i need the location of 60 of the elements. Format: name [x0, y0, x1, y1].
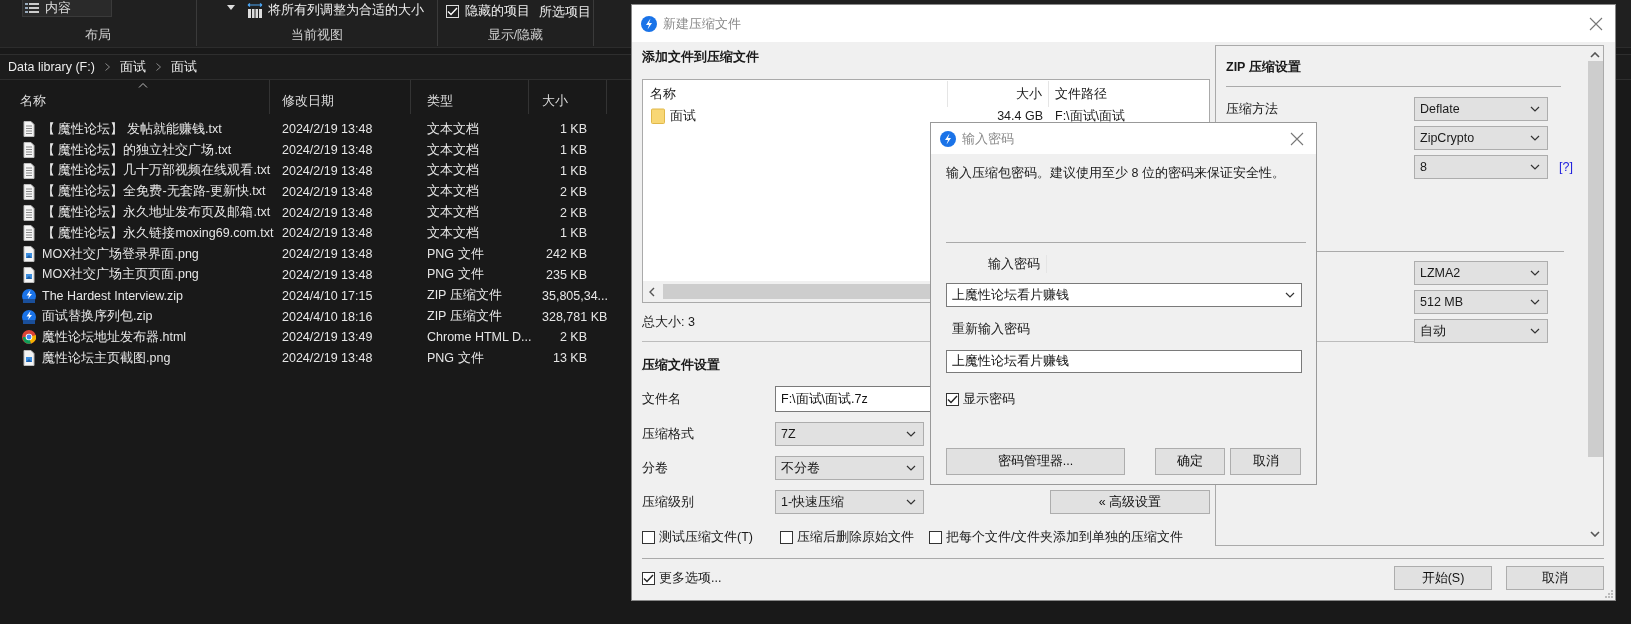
table-cell-text: 1 KB	[558, 226, 588, 241]
table-cell-text: 1 KB	[558, 122, 588, 137]
section-heading: 添加文件到压缩文件	[642, 49, 759, 66]
total-size: 总大小: 3	[642, 314, 695, 331]
table-cell-text: 2024/4/10 17:15	[281, 288, 374, 303]
field-label: 重新输入密码	[951, 321, 1031, 338]
field-label: 分卷	[642, 460, 669, 477]
table-cell-text: 2 KB	[558, 184, 588, 199]
table-cell-text: 13 KB	[551, 351, 588, 366]
table-cell-text: PNG 文件	[426, 245, 485, 263]
checkbox-label: 隐藏的项目	[465, 3, 530, 20]
table-cell-text: 2024/2/19 13:48	[281, 143, 374, 158]
table-cell-text: 2 KB	[558, 205, 588, 220]
table-cell-text: 文本文档	[426, 141, 480, 159]
section-heading: ZIP 压缩设置	[1226, 59, 1302, 76]
table-cell-text: PNG 文件	[426, 349, 485, 367]
section-heading: 压缩文件设置	[642, 357, 720, 374]
table-cell-text: 2024/2/19 13:48	[281, 267, 374, 282]
table-cell-text: 文本文档	[426, 224, 480, 242]
table-cell-text: 文本文档	[426, 183, 480, 201]
ribbon-group-label: 显示/隐藏	[486, 27, 545, 44]
table-cell-text: ZIP 压缩文件	[426, 287, 503, 305]
checkbox-label: 把每个文件/文件夹添加到单独的压缩文件	[945, 529, 1184, 546]
table-cell-text: 2024/2/19 13:48	[281, 164, 374, 178]
table-cell-text: 2024/2/19 13:48	[281, 122, 374, 137]
table-cell-text: 文本文档	[426, 204, 480, 222]
window-title: 新建压缩文件	[663, 14, 741, 33]
table-cell-text: PNG 文件	[426, 266, 485, 284]
checkbox-label: 压缩后删除原始文件	[796, 529, 914, 546]
field-label: 文件名	[642, 391, 682, 408]
table-cell-text: 2024/2/19 13:48	[281, 351, 374, 366]
field-label: 压缩格式	[642, 426, 695, 443]
table-cell-text: 2 KB	[558, 330, 588, 345]
table-cell-text: 1 KB	[558, 143, 588, 158]
table-cell-text: 235 KB	[545, 267, 588, 282]
field-label: 压缩级别	[642, 494, 695, 511]
checkbox-label: 显示密码	[963, 391, 1015, 408]
table-cell-text: 2024/4/10 18:16	[281, 309, 374, 324]
field-label: 压缩方法	[1226, 100, 1279, 118]
table-cell-text: 34.4 GB	[996, 109, 1044, 123]
field-label: 输入密码	[946, 255, 1047, 273]
table-cell-text: Chrome HTML D...	[426, 330, 529, 345]
table-cell-text: F:\面试\面试	[1054, 107, 1127, 125]
table-cell-text: 2024/2/19 13:48	[281, 184, 374, 199]
table-cell-text: 文本文档	[426, 162, 480, 180]
ribbon-group-label: 布局	[84, 27, 112, 44]
table-cell-text: ZIP 压缩文件	[426, 308, 503, 326]
table-cell-text: 35,805,34...	[541, 288, 607, 303]
table-cell-text: 328,781 KB	[541, 309, 607, 324]
table-cell-text: 2024/2/19 13:48	[281, 205, 374, 220]
table-cell-text: 242 KB	[545, 247, 588, 262]
message-text: 输入压缩包密码。建议使用至少 8 位的密码来保证安全性。	[946, 165, 1286, 182]
checkbox-label: 更多选项...	[659, 569, 722, 587]
table-cell-text: 文本文档	[426, 120, 480, 138]
table-cell-text: 1 KB	[558, 164, 588, 178]
ribbon-group-label: 当前视图	[290, 27, 344, 44]
table-cell-text: 2024/2/19 13:48	[281, 247, 374, 262]
checkbox-label: 测试压缩文件(T)	[659, 529, 753, 546]
table-cell-text: 2024/2/19 13:49	[281, 330, 374, 345]
window-title: 输入密码	[962, 129, 1014, 148]
